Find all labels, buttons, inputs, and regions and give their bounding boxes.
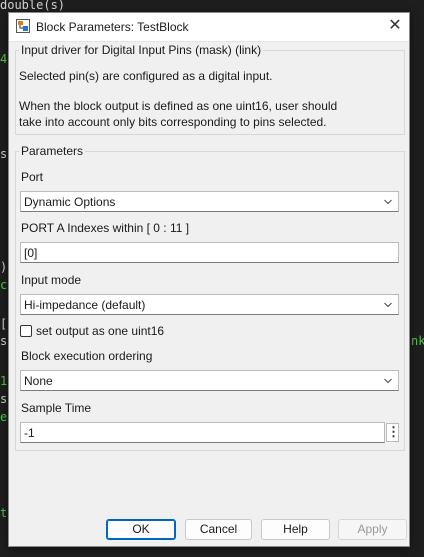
- uint16-output-checkbox[interactable]: [20, 325, 32, 337]
- more-vertical-icon: ⋮: [387, 424, 400, 439]
- execution-ordering-dropdown-value: None: [24, 374, 53, 388]
- input-mode-label: Input mode: [21, 273, 82, 287]
- execution-ordering-dropdown[interactable]: None: [20, 370, 399, 391]
- chevron-down-icon: [384, 302, 392, 308]
- background-code-fragment: s: [0, 147, 8, 161]
- mask-description-line-3: take into account only bits correspondin…: [19, 115, 327, 129]
- dialog-title: Block Parameters: TestBlock: [36, 20, 189, 34]
- uint16-output-checkbox-label[interactable]: set output as one uint16: [36, 324, 164, 338]
- apply-button[interactable]: Apply: [338, 519, 407, 540]
- input-mode-dropdown-value: Hi-impedance (default): [24, 298, 146, 312]
- background-code-fragment: ): [0, 260, 8, 274]
- ok-button[interactable]: OK: [106, 519, 176, 540]
- close-button[interactable]: ✕: [381, 13, 409, 41]
- mask-group-title: Input driver for Digital Input Pins (mas…: [19, 43, 264, 57]
- title-bar[interactable]: Block Parameters: TestBlock ✕: [9, 13, 409, 42]
- sample-time-input[interactable]: -1: [20, 422, 385, 443]
- background-code-fragment: s: [0, 334, 8, 348]
- background-code-fragment: c: [0, 278, 8, 292]
- port-label: Port: [21, 170, 44, 184]
- input-mode-dropdown[interactable]: Hi-impedance (default): [20, 294, 399, 315]
- simulink-app-icon: [16, 19, 30, 33]
- indexes-input-value: [0]: [24, 246, 38, 260]
- execution-ordering-label: Block execution ordering: [21, 349, 153, 363]
- chevron-down-icon: [384, 199, 392, 205]
- cancel-button[interactable]: Cancel: [185, 519, 252, 540]
- chevron-down-icon: [384, 378, 392, 384]
- port-dropdown[interactable]: Dynamic Options: [20, 191, 399, 212]
- background-code-fragment: nk: [411, 334, 424, 348]
- mask-description-line-1: Selected pin(s) are configured as a digi…: [19, 69, 273, 83]
- indexes-label: PORT A Indexes within [ 0 : 11 ]: [21, 221, 190, 235]
- close-icon: ✕: [388, 17, 402, 34]
- mask-description-line-2: When the block output is defined as one …: [19, 99, 338, 113]
- help-button[interactable]: Help: [261, 519, 330, 540]
- background-code-fragment: 1: [0, 374, 8, 388]
- background-code-fragment: [: [0, 317, 8, 331]
- background-code-fragment: double(s): [0, 0, 66, 12]
- parameters-group-title: Parameters: [19, 144, 86, 158]
- sample-time-label: Sample Time: [21, 401, 92, 415]
- background-code-fragment: s: [0, 392, 8, 406]
- sample-time-options-button[interactable]: ⋮: [386, 423, 400, 442]
- block-parameters-dialog: Block Parameters: TestBlock ✕ Input driv…: [8, 12, 410, 547]
- background-code-fragment: e: [0, 410, 8, 424]
- sample-time-input-value: -1: [24, 426, 35, 440]
- port-dropdown-value: Dynamic Options: [24, 195, 116, 209]
- indexes-input[interactable]: [0]: [20, 242, 399, 263]
- background-code-fragment: t: [0, 506, 8, 520]
- background-code-fragment: 4: [0, 52, 8, 66]
- mask-description-group: Input driver for Digital Input Pins (mas…: [15, 43, 405, 135]
